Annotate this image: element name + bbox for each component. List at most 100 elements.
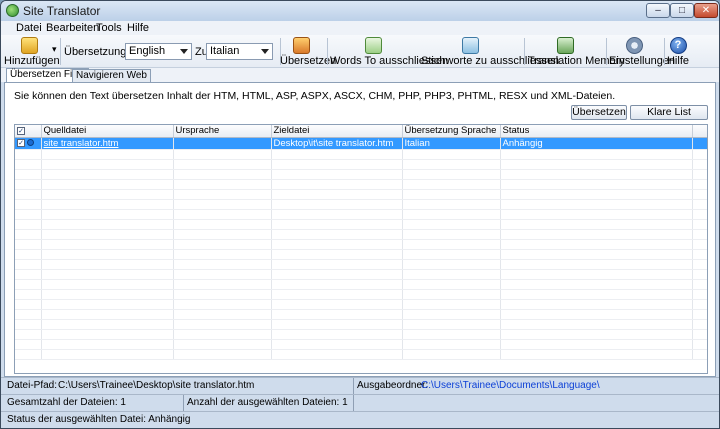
empty-cell — [402, 259, 501, 270]
empty-cell — [41, 149, 174, 160]
col-translation-language[interactable]: Übersetzung Sprache — [402, 125, 501, 138]
empty-cell — [500, 179, 693, 190]
empty-cell — [692, 319, 707, 330]
empty-cell — [41, 189, 174, 200]
translation-language-cell-text: Italian — [404, 137, 430, 149]
empty-cell — [41, 289, 174, 300]
empty-cell — [271, 349, 403, 360]
empty-cell — [173, 329, 272, 340]
table-row[interactable] — [15, 239, 707, 250]
source-file-cell: site translator.htm — [41, 137, 174, 150]
menu-bearbeiten[interactable]: Bearbeiten — [46, 22, 99, 34]
empty-cell — [271, 189, 403, 200]
table-row[interactable] — [15, 199, 707, 210]
total-files-text: Gesamtzahl der Dateien: 1 — [7, 397, 126, 408]
translate-files-button[interactable]: Übersetzen — [571, 105, 627, 120]
table-row[interactable] — [15, 169, 707, 180]
memory-icon — [557, 37, 574, 54]
exclude-words-button[interactable]: Words To ausschliessen — [330, 35, 448, 68]
table-row[interactable] — [15, 219, 707, 230]
empty-cell — [15, 349, 42, 360]
close-button[interactable]: ✕ — [694, 3, 718, 18]
minimize-button[interactable]: – — [646, 3, 670, 18]
output-folder-label: Ausgabeordner: — [357, 380, 429, 391]
info-text: Sie können den Text übersetzen Inhalt de… — [14, 90, 616, 102]
empty-cell — [173, 199, 272, 210]
table-row[interactable] — [15, 259, 707, 270]
empty-cell — [173, 169, 272, 180]
table-row[interactable]: ✓ site translator.htm Desktop\it\site tran… — [15, 137, 707, 150]
empty-cell — [173, 339, 272, 350]
settings-button[interactable]: Einstellungen — [609, 35, 675, 68]
empty-cell — [402, 279, 501, 290]
empty-cell — [500, 199, 693, 210]
status-row-counts: Gesamtzahl der Dateien: 1 Anzahl der aus… — [1, 394, 719, 411]
status-bar: Datei-Pfad: C:\Users\Trainee\Desktop\sit… — [1, 377, 719, 428]
menu-tools[interactable]: Tools — [96, 22, 122, 34]
empty-cell — [173, 229, 272, 240]
tab-browse-web[interactable]: Navigieren Web — [72, 69, 151, 82]
translate-button[interactable]: Übersetzen — [280, 35, 336, 68]
table-row[interactable] — [15, 249, 707, 260]
help-button[interactable]: ? Hilfe — [666, 35, 690, 68]
empty-cell — [15, 289, 42, 300]
table-row[interactable] — [15, 299, 707, 310]
menu-datei[interactable]: Datei — [16, 22, 42, 34]
tab-strip: Übersetzen Files Navigieren Web — [1, 68, 719, 82]
empty-cell — [15, 209, 42, 220]
empty-cell — [692, 199, 707, 210]
table-row[interactable] — [15, 209, 707, 220]
status-cell-text: Anhängig — [502, 137, 543, 149]
menu-hilfe[interactable]: Hilfe — [127, 22, 149, 34]
clear-list-button[interactable]: Klare List — [630, 105, 708, 120]
empty-cell — [402, 169, 501, 180]
empty-cell — [402, 189, 501, 200]
col-target-file[interactable]: Zieldatei — [271, 125, 403, 138]
select-all-checkbox[interactable]: ✓ — [15, 125, 42, 138]
empty-cell — [692, 339, 707, 350]
title-bar[interactable]: Site Translator – □ ✕ — [1, 1, 719, 21]
table-row[interactable] — [15, 179, 707, 190]
table-row[interactable] — [15, 349, 707, 360]
empty-cell — [500, 269, 693, 280]
translate-files-panel: Sie können den Text übersetzen Inhalt de… — [4, 82, 716, 377]
empty-cell — [41, 269, 174, 280]
table-row[interactable] — [15, 149, 707, 160]
row-checkbox[interactable]: ✓ — [17, 138, 25, 147]
table-row[interactable] — [15, 229, 707, 240]
empty-cell — [41, 279, 174, 290]
empty-cell — [271, 339, 403, 350]
app-globe-icon — [6, 4, 19, 17]
add-dropdown-icon[interactable]: ▾ — [52, 44, 57, 55]
maximize-button[interactable]: □ — [670, 3, 694, 18]
source-file-cell-text[interactable]: site translator.htm — [44, 138, 119, 149]
table-row[interactable] — [15, 329, 707, 340]
table-row[interactable] — [15, 279, 707, 290]
table-row[interactable] — [15, 289, 707, 300]
col-source-language[interactable]: Ursprache — [173, 125, 272, 138]
empty-cell — [41, 159, 174, 170]
translate-icon — [293, 37, 310, 54]
table-row[interactable] — [15, 319, 707, 330]
target-language-select[interactable]: Italian — [206, 43, 273, 60]
empty-cell — [402, 179, 501, 190]
empty-cell — [15, 169, 42, 180]
table-row[interactable] — [15, 159, 707, 170]
table-row[interactable] — [15, 309, 707, 320]
col-source-file[interactable]: Quelldatei — [41, 125, 174, 138]
source-language-select[interactable]: English — [125, 43, 192, 60]
table-row[interactable] — [15, 189, 707, 200]
output-folder-link[interactable]: C:\Users\Trainee\Documents\Language\ — [421, 380, 600, 391]
document-exclude-icon — [364, 37, 382, 54]
empty-cell — [271, 219, 403, 230]
table-row[interactable] — [15, 339, 707, 350]
empty-cell — [41, 349, 174, 360]
exclude-keywords-button[interactable]: Stichworte zu ausschliessen — [421, 35, 559, 68]
add-button[interactable]: Hinzufügen — [4, 35, 60, 68]
empty-cell — [173, 259, 272, 270]
col-status[interactable]: Status — [500, 125, 693, 138]
translation-memory-button[interactable]: Translation Memory — [528, 35, 625, 68]
empty-cell — [41, 209, 174, 220]
table-row[interactable] — [15, 269, 707, 280]
add-label: Hinzufügen — [4, 55, 60, 67]
